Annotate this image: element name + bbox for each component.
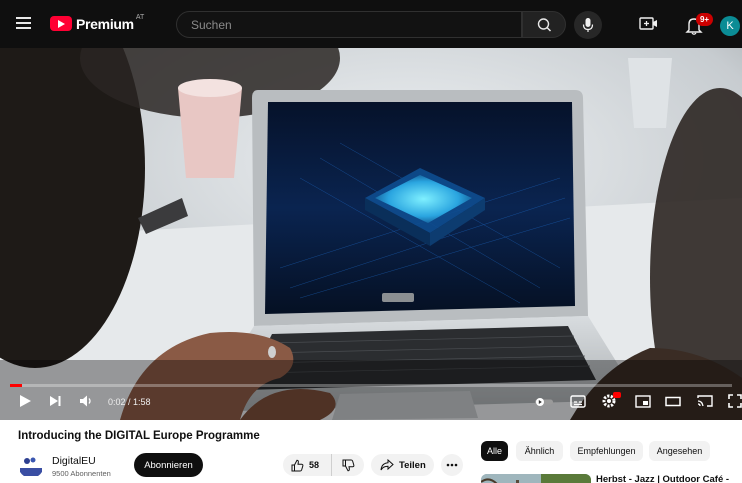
- progress-bar[interactable]: [10, 384, 732, 387]
- like-button[interactable]: 58: [283, 454, 332, 476]
- channel-name[interactable]: DigitalEU: [52, 455, 96, 467]
- video-frame: [0, 48, 742, 420]
- chip-recommendations[interactable]: Empfehlungen: [570, 441, 643, 461]
- subscriber-count: 9500 Abonnenten: [52, 469, 111, 478]
- fullscreen-icon[interactable]: [728, 394, 742, 408]
- subscribe-button[interactable]: Abonnieren: [134, 453, 203, 477]
- share-label: Teilen: [399, 459, 426, 471]
- share-icon: [380, 459, 394, 471]
- like-count: 58: [309, 460, 320, 470]
- miniplayer-icon[interactable]: [635, 395, 651, 408]
- next-icon[interactable]: [48, 394, 62, 408]
- volume-icon[interactable]: [79, 394, 95, 408]
- chip-all[interactable]: Alle: [481, 441, 508, 461]
- share-button[interactable]: Teilen: [371, 454, 434, 476]
- channel-avatar[interactable]: [18, 452, 44, 478]
- logo-region: AT: [135, 14, 145, 21]
- recommendation-thumbnail[interactable]: [481, 474, 591, 483]
- thumbs-up-icon: [291, 459, 304, 471]
- subtitles-icon[interactable]: [570, 395, 586, 408]
- video-player[interactable]: 0:02 / 1:58: [0, 48, 742, 420]
- chip-related[interactable]: Ähnlich: [516, 441, 563, 461]
- video-title: Introducing the DIGITAL Europe Programme: [18, 430, 260, 442]
- play-icon[interactable]: [18, 394, 32, 408]
- theater-icon[interactable]: [665, 396, 681, 407]
- more-icon: [446, 463, 458, 467]
- create-button[interactable]: [637, 14, 659, 34]
- voice-search-button[interactable]: [574, 11, 602, 39]
- youtube-logo-icon: [50, 16, 72, 31]
- search-button[interactable]: [522, 11, 566, 38]
- youtube-watch-page: Premium AT Suchen 9+ K 0:02 / 1:58 Intro…: [0, 0, 742, 483]
- cast-icon[interactable]: [697, 394, 714, 408]
- chip-watched[interactable]: Angesehen: [649, 441, 710, 461]
- progress-fill: [10, 384, 23, 387]
- search-input[interactable]: [177, 12, 521, 37]
- dislike-button[interactable]: [332, 454, 364, 476]
- eu-flag-icon: [18, 452, 44, 478]
- thumbs-down-icon: [342, 459, 354, 471]
- like-dislike-group: 58: [283, 454, 364, 476]
- microphone-icon: [582, 18, 594, 32]
- time-display: 0:02 / 1:58: [108, 397, 151, 407]
- settings-icon[interactable]: [601, 391, 621, 409]
- search-box: [176, 11, 522, 38]
- masthead: Premium AT Suchen 9+ K: [0, 0, 742, 48]
- notification-badge: 9+: [696, 13, 713, 26]
- youtube-premium-logo[interactable]: Premium AT: [50, 13, 144, 35]
- recommendation-title[interactable]: Herbst - Jazz | Outdoor Café -: [596, 474, 729, 483]
- create-icon: [639, 17, 657, 30]
- search-icon: [537, 18, 552, 32]
- account-avatar[interactable]: K: [720, 16, 740, 36]
- more-actions-button[interactable]: [441, 454, 463, 476]
- logo-text: Premium: [76, 16, 134, 32]
- thumbnail-image: [481, 474, 591, 483]
- menu-icon[interactable]: [16, 17, 31, 29]
- autoplay-toggle-icon[interactable]: [535, 397, 555, 407]
